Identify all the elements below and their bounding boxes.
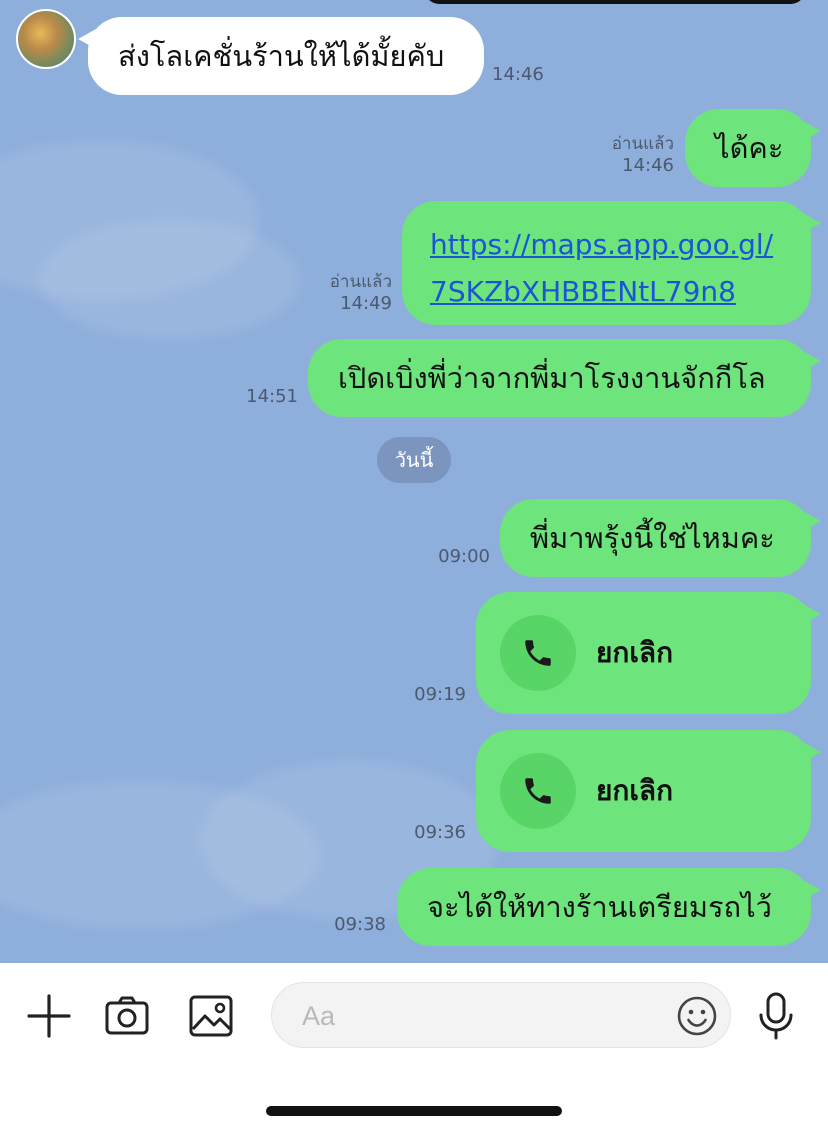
home-indicator — [266, 1106, 562, 1116]
smiley-icon[interactable] — [676, 995, 718, 1037]
time-label: 14:49 — [340, 293, 392, 314]
message-meta: อ่านแล้ว 14:46 — [590, 133, 674, 177]
chat-area[interactable]: ส่งโลเคชั่นร้านให้ได้มั้ยคับ 14:46 อ่านแ… — [0, 0, 828, 963]
message-text: ได้คะ — [715, 131, 784, 165]
message-bubble-outgoing[interactable]: พี่มาพรุ้งนี้ใช่ไหมคะ — [500, 499, 821, 577]
message-timestamp: 14:51 — [236, 386, 298, 408]
call-bubble[interactable]: ยกเลิก — [476, 730, 821, 852]
message-text: เปิดเบิ่งพี่ว่าจากพี่มาโรงงานจักกีโล — [338, 361, 766, 395]
message-timestamp: 09:38 — [318, 914, 386, 936]
time-label: 09:38 — [334, 914, 386, 935]
time-label: 09:00 — [438, 546, 490, 567]
message-timestamp: 09:36 — [396, 822, 466, 844]
link-text-line: https://maps.app.goo.gl/ — [430, 228, 774, 261]
background-cloud — [40, 220, 300, 340]
avatar[interactable] — [16, 9, 76, 69]
call-status-label: ยกเลิก — [596, 636, 674, 669]
link-text-line: 7SKZbXHBBENtL79n8 — [430, 275, 736, 308]
call-bubble[interactable]: ยกเลิก — [476, 592, 821, 714]
message-bubble-outgoing[interactable]: จะได้ให้ทางร้านเตรียมรถไว้ — [397, 868, 821, 946]
top-bar-edge — [425, 0, 805, 4]
message-bubble-outgoing[interactable]: https://maps.app.goo.gl/ 7SKZbXHBBENtL79… — [402, 201, 821, 325]
message-meta: อ่านแล้ว 14:49 — [306, 271, 392, 315]
phone-icon — [500, 753, 576, 829]
message-bubble-outgoing[interactable]: ได้คะ — [685, 109, 821, 187]
image-icon[interactable] — [188, 993, 234, 1039]
time-label: 09:19 — [414, 684, 466, 705]
message-bubble-outgoing[interactable]: เปิดเบิ่งพี่ว่าจากพี่มาโรงงานจักกีโล — [308, 339, 821, 417]
camera-icon[interactable] — [104, 993, 150, 1039]
plus-icon[interactable] — [26, 993, 72, 1039]
time-label: 14:51 — [246, 386, 298, 407]
message-input-box[interactable] — [271, 982, 731, 1049]
message-text: จะได้ให้ทางร้านเตรียมรถไว้ — [427, 890, 772, 924]
message-timestamp: 09:00 — [426, 546, 490, 568]
message-bubble-incoming[interactable]: ส่งโลเคชั่นร้านให้ได้มั้ยคับ — [78, 17, 484, 95]
microphone-icon[interactable] — [756, 991, 796, 1041]
time-label: 14:46 — [492, 64, 544, 85]
message-timestamp: 09:19 — [400, 684, 466, 706]
map-link[interactable]: https://maps.app.goo.gl/ 7SKZbXHBBENtL79… — [430, 228, 773, 308]
message-text: ส่งโลเคชั่นร้านให้ได้มั้ยคับ — [118, 39, 445, 73]
read-receipt: อ่านแล้ว — [611, 134, 674, 154]
message-timestamp: 14:46 — [492, 64, 552, 86]
phone-icon — [500, 615, 576, 691]
message-input[interactable] — [300, 983, 674, 1049]
read-receipt: อ่านแล้ว — [329, 272, 392, 292]
date-separator: วันนี้ — [377, 437, 451, 483]
call-status-label: ยกเลิก — [596, 774, 674, 807]
message-text: พี่มาพรุ้งนี้ใช่ไหมคะ — [530, 521, 775, 555]
time-label: 14:46 — [622, 155, 674, 176]
time-label: 09:36 — [414, 822, 466, 843]
